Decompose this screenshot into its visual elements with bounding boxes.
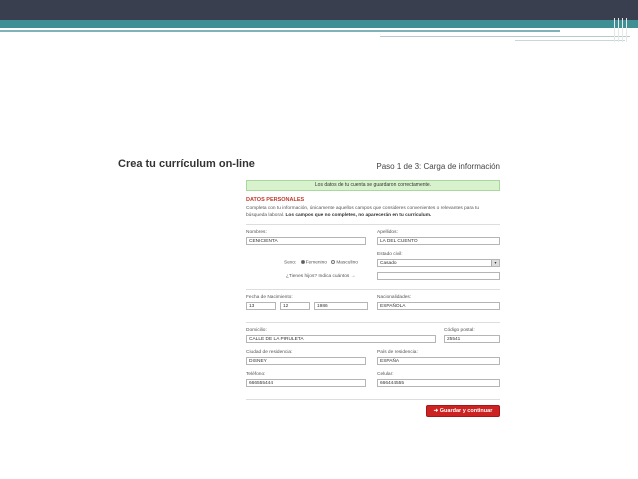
hijos-row: ¿Tienes hijos? Indica cuántos →: [246, 270, 500, 284]
ciudad-input[interactable]: DISNEY: [246, 357, 366, 365]
nombres-label: Nombres:: [246, 230, 267, 235]
divider: [246, 322, 500, 323]
slide-teal-band: [0, 20, 638, 28]
estado-civil-select[interactable]: Casado ▾: [377, 259, 500, 267]
pais-label: País de residencia:: [377, 350, 418, 355]
slide-decor-line: [515, 40, 625, 41]
slide-decor-line: [0, 30, 560, 32]
ciudad-label: Ciudad de residencia:: [246, 350, 293, 355]
chevron-down-icon[interactable]: ▾: [491, 260, 499, 266]
names-row: Nombres: CENICIENTA Apellidos: LA DEL CU…: [246, 230, 500, 252]
cp-input[interactable]: 25541: [444, 335, 500, 343]
page-title: Crea tu currículum on-line: [118, 158, 255, 170]
domicilio-input[interactable]: CALLE DE LA PIRULETA: [246, 335, 436, 343]
nombres-input[interactable]: CENICIENTA: [246, 237, 366, 245]
fecha-label: Fecha de Nacimiento:: [246, 295, 293, 300]
hijos-input[interactable]: [377, 272, 500, 280]
estado-civil-label: Estado civil:: [377, 252, 403, 257]
masculino-label: Masculino: [336, 260, 358, 266]
section-title: DATOS PERSONALES: [246, 197, 305, 203]
apellidos-label: Apellidos:: [377, 230, 398, 235]
sexo-label: Sexo:: [284, 260, 297, 266]
celular-input[interactable]: 666444555: [377, 379, 500, 387]
save-continue-label: Guardar y continuar: [439, 408, 493, 414]
address-row: Domicilio: CALLE DE LA PIRULETA Código p…: [246, 328, 500, 350]
cv-form-panel: Los datos de tu cuenta se guardaron corr…: [246, 180, 500, 419]
hijos-label: ¿Tienes hijos? Indica cuántos →: [286, 274, 356, 279]
telefono-input[interactable]: 666555444: [246, 379, 366, 387]
divider: [246, 289, 500, 290]
dia-input[interactable]: 13: [246, 302, 276, 310]
anio-input[interactable]: 1986: [314, 302, 368, 310]
nacionalidad-input[interactable]: ESPAÑOLA: [377, 302, 500, 310]
estado-civil-value: Casado: [380, 261, 397, 266]
phone-row: Teléfono: 666555444 Celular: 666444555: [246, 372, 500, 394]
telefono-label: Teléfono:: [246, 372, 266, 377]
femenino-label: Femenino: [305, 260, 327, 266]
nacionalidad-label: Nacionalidades:: [377, 295, 412, 300]
birth-nationality-row: Fecha de Nacimiento: 13 12 1986 Nacional…: [246, 295, 500, 317]
apellidos-input[interactable]: LA DEL CUENTO: [377, 237, 500, 245]
actions-row: ➜ Guardar y continuar: [246, 405, 500, 419]
save-continue-button[interactable]: ➜ Guardar y continuar: [426, 405, 500, 417]
sex-status-row: Sexo: Femenino Masculino Estado civil: C…: [246, 252, 500, 270]
radio-masculino[interactable]: [331, 260, 336, 264]
success-notice: Los datos de tu cuenta se guardaron corr…: [246, 180, 500, 191]
step-indicator: Paso 1 de 3: Carga de información: [376, 162, 500, 171]
slide-top-bar: [0, 0, 638, 20]
section-intro: Completa con tu información, únicamente …: [246, 205, 500, 219]
domicilio-label: Domicilio:: [246, 328, 267, 333]
divider: [246, 224, 500, 225]
intro-bold-text: Los campos que no completes, no aparecer…: [285, 213, 432, 218]
pais-input[interactable]: ESPAÑA: [377, 357, 500, 365]
sexo-group: Sexo: Femenino Masculino: [284, 260, 358, 265]
celular-label: Celular:: [377, 372, 394, 377]
residence-row: Ciudad de residencia: DISNEY País de res…: [246, 350, 500, 372]
cp-label: Código postal:: [444, 328, 475, 333]
slide-decor-vlines: [612, 18, 632, 42]
divider: [246, 399, 500, 400]
slide-decor-line: [380, 36, 630, 37]
radio-femenino[interactable]: [300, 260, 305, 264]
mes-input[interactable]: 12: [280, 302, 310, 310]
